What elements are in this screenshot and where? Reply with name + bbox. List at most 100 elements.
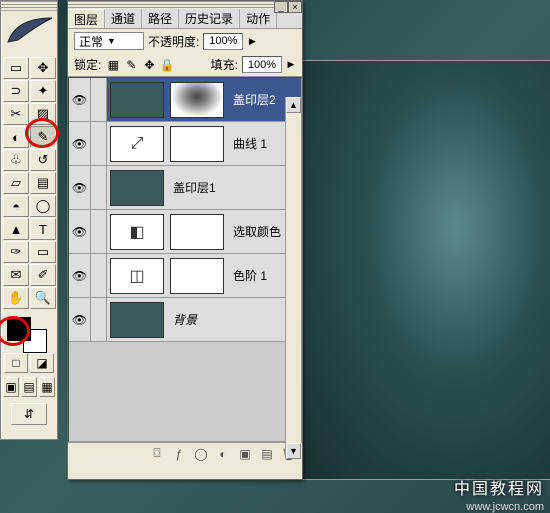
- screen-std-button[interactable]: ▣: [3, 377, 19, 397]
- lock-trans-button[interactable]: ▦: [105, 57, 121, 73]
- move-icon: ✥: [38, 60, 49, 76]
- layer-row[interactable]: 👁⤢曲线 1: [69, 122, 301, 166]
- type-tool[interactable]: T: [30, 218, 56, 240]
- layer-row[interactable]: 👁盖印层1: [69, 166, 301, 210]
- panel-close-button[interactable]: ×: [288, 1, 302, 13]
- folder-button[interactable]: ▣: [236, 446, 254, 462]
- link-column[interactable]: [91, 254, 107, 297]
- stamp-tool[interactable]: ♧: [3, 149, 29, 171]
- fill-slider-toggle[interactable]: ▶: [286, 56, 296, 73]
- visibility-toggle[interactable]: 👁: [69, 122, 91, 165]
- mask-new-button[interactable]: ◯: [192, 446, 210, 462]
- zoom-tool[interactable]: 🔍: [30, 287, 56, 309]
- tab-paths[interactable]: 路径: [142, 9, 179, 28]
- visibility-toggle[interactable]: 👁: [69, 298, 91, 341]
- blend-mode-select[interactable]: 正常 ▼: [74, 32, 144, 50]
- wand-icon: ✦: [38, 83, 49, 99]
- blur-tool[interactable]: ◓: [3, 195, 29, 217]
- screen-full-menu-button[interactable]: ▤: [21, 377, 37, 397]
- mask-thumbnail[interactable]: [170, 258, 224, 294]
- path-select-tool[interactable]: ▲: [3, 218, 29, 240]
- tab-layers[interactable]: 图层: [68, 9, 105, 28]
- eye-icon: 👁: [72, 93, 87, 107]
- layer-row[interactable]: 👁背景: [69, 298, 301, 342]
- document-image[interactable]: [300, 60, 550, 480]
- link-column[interactable]: [91, 166, 107, 209]
- shape-tool[interactable]: ▭: [30, 241, 56, 263]
- move-tool[interactable]: ✥: [30, 57, 56, 79]
- link-button[interactable]: ⌼: [148, 446, 166, 462]
- screen-full-button[interactable]: ▦: [39, 377, 55, 397]
- marquee-icon: ▭: [10, 60, 22, 76]
- opacity-slider-toggle[interactable]: ▶: [247, 33, 257, 50]
- link-column[interactable]: [91, 210, 107, 253]
- link-column[interactable]: [91, 298, 107, 341]
- jump-to-button[interactable]: ⇵: [11, 403, 47, 425]
- history-brush-tool[interactable]: ↺: [30, 149, 56, 171]
- adjustment-thumbnail[interactable]: ◫: [110, 258, 164, 294]
- panel-drag-handle[interactable]: [68, 1, 302, 9]
- tab-actions[interactable]: 动作: [240, 9, 277, 28]
- lock-move-button[interactable]: ✥: [141, 57, 157, 73]
- layer-thumbnail[interactable]: [110, 170, 164, 206]
- fill-input[interactable]: 100%: [242, 56, 282, 73]
- opacity-input[interactable]: 100%: [203, 33, 243, 50]
- scroll-up-button[interactable]: ▲: [286, 97, 301, 113]
- patch-tool[interactable]: ◐: [3, 126, 29, 148]
- standard-mode-icon: □: [12, 356, 19, 370]
- quickmask-mode-button[interactable]: ◪: [30, 353, 54, 373]
- notes-tool[interactable]: ✉: [3, 264, 29, 286]
- layer-row[interactable]: 👁 ◫ 色阶 1: [69, 254, 301, 298]
- crop-tool[interactable]: ✂: [3, 103, 29, 125]
- slice-icon: ▨: [37, 106, 49, 122]
- lasso-tool[interactable]: ⊃: [3, 80, 29, 102]
- scroll-track[interactable]: [286, 113, 301, 443]
- hand-tool[interactable]: ✋: [3, 287, 29, 309]
- layer-panel-footer: ⌼ƒ◯◐▣▤🗑: [68, 442, 302, 464]
- gradient-tool[interactable]: ▤: [30, 172, 56, 194]
- layer-row[interactable]: 👁 ◧ 选取颜色: [69, 210, 301, 254]
- adjust-new-button[interactable]: ◐: [214, 446, 232, 462]
- tab-history[interactable]: 历史记录: [179, 9, 240, 28]
- mask-thumbnail[interactable]: [170, 82, 224, 118]
- brush-tool[interactable]: ✎: [30, 126, 56, 148]
- layer-name-label: 色阶 1: [233, 267, 267, 284]
- chevron-down-icon: ▼: [107, 36, 116, 46]
- layer-thumbnail[interactable]: [110, 302, 164, 338]
- visibility-toggle[interactable]: 👁: [69, 210, 91, 253]
- lock-all-button[interactable]: 🔒: [159, 57, 175, 73]
- marquee-tool[interactable]: ▭: [3, 57, 29, 79]
- wand-tool[interactable]: ✦: [30, 80, 56, 102]
- fx-button[interactable]: ƒ: [170, 446, 188, 462]
- layers-scrollbar[interactable]: ▲ ▼: [285, 97, 301, 459]
- mask-thumbnail[interactable]: [170, 126, 224, 162]
- adjustment-thumbnail[interactable]: ⤢: [110, 126, 164, 162]
- new-layer-button[interactable]: ▤: [258, 446, 276, 462]
- link-column[interactable]: [91, 78, 107, 121]
- lock-paint-button[interactable]: ✎: [123, 57, 139, 73]
- tab-channels[interactable]: 通道: [105, 9, 142, 28]
- standard-mode-button[interactable]: □: [4, 353, 28, 373]
- history-brush-icon: ↺: [38, 152, 49, 168]
- mask-thumbnail[interactable]: [170, 214, 224, 250]
- visibility-toggle[interactable]: 👁: [69, 166, 91, 209]
- visibility-toggle[interactable]: 👁: [69, 254, 91, 297]
- panel-minimize-button[interactable]: _: [274, 1, 288, 13]
- link-column[interactable]: [91, 122, 107, 165]
- layer-name-label: 选取颜色: [233, 223, 281, 240]
- slice-tool[interactable]: ▨: [30, 103, 56, 125]
- eraser-tool[interactable]: ▱: [3, 172, 29, 194]
- layers-panel: _ × 图层通道路径历史记录动作 正常 ▼ 不透明度: 100% ▶ 锁定: ▦…: [67, 0, 303, 480]
- layer-thumbnail[interactable]: [110, 82, 164, 118]
- pen-tool[interactable]: ✑: [3, 241, 29, 263]
- dodge-tool[interactable]: ◯: [30, 195, 56, 217]
- adjustment-thumbnail[interactable]: ◧: [110, 214, 164, 250]
- foreground-color-swatch[interactable]: [7, 317, 31, 341]
- scroll-down-button[interactable]: ▼: [286, 443, 301, 459]
- layer-row[interactable]: 👁盖印层2: [69, 78, 301, 122]
- eyedropper-tool[interactable]: ✐: [30, 264, 56, 286]
- visibility-toggle[interactable]: 👁: [69, 78, 91, 121]
- screen-full-menu-icon: ▤: [23, 380, 34, 394]
- toolbox-drag-handle[interactable]: [1, 1, 57, 11]
- notes-icon: ✉: [11, 267, 22, 283]
